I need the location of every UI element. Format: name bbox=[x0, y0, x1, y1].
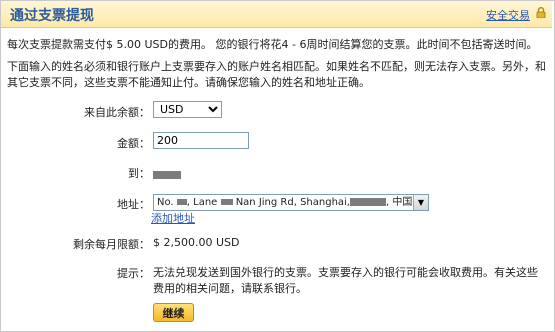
monthly-limit-value: $ 2,500.00 USD bbox=[153, 236, 240, 249]
address-country-text: , 中国 bbox=[386, 197, 413, 208]
hint-text: 无法兑现发送到国外银行的支票。支票要存入的银行可能会收取费用。有关这些费用的相关… bbox=[153, 266, 538, 295]
hint-label: 提示： bbox=[117, 267, 150, 280]
to-label: 到： bbox=[128, 167, 150, 180]
add-address-link[interactable]: 添加地址 bbox=[151, 210, 195, 226]
address-street-text: Nan Jing Rd, Shanghai, bbox=[232, 197, 350, 208]
from-balance-label: 来自此余额： bbox=[84, 106, 150, 119]
redacted-name-mask bbox=[153, 171, 181, 179]
address-select[interactable]: No. , Lane Nan Jing Rd, Shanghai, , 中国 ▼ bbox=[153, 194, 429, 211]
secure-transaction-link[interactable]: 安全交易 bbox=[486, 7, 530, 23]
redacted-mask bbox=[350, 198, 386, 206]
balance-currency-select[interactable]: USD bbox=[153, 101, 222, 118]
amount-input[interactable] bbox=[153, 132, 249, 149]
redacted-mask bbox=[176, 199, 187, 205]
fee-info-text: 每次支票提款需支付$ 5.00 USD的费用。 您的银行将花4 - 6周时间结算… bbox=[7, 38, 538, 51]
page-title: 通过支票提现 bbox=[10, 8, 94, 24]
lock-icon bbox=[536, 7, 546, 18]
amount-label: 金额： bbox=[117, 137, 150, 150]
name-notice-text: 下面输入的姓名必须和银行账户上支票要存入的账户姓名相匹配。如果姓名不匹配，则无法… bbox=[7, 60, 546, 89]
title-bar: 通过支票提现 安全交易 bbox=[1, 1, 552, 28]
balance-select-wrap: USD bbox=[153, 101, 222, 118]
address-lane-text: , Lane bbox=[186, 197, 221, 208]
amount-field-wrap bbox=[153, 132, 249, 149]
recipient-name-redacted bbox=[153, 168, 181, 181]
continue-button[interactable]: 继续 bbox=[153, 303, 194, 322]
redacted-mask bbox=[220, 199, 233, 205]
address-value: No. , Lane Nan Jing Rd, Shanghai, , 中国 bbox=[154, 197, 412, 208]
address-no-prefix: No. bbox=[157, 197, 177, 208]
monthly-limit-label: 剩余每月限额： bbox=[73, 238, 150, 251]
address-label: 地址： bbox=[117, 198, 150, 211]
chevron-down-icon[interactable]: ▼ bbox=[413, 195, 428, 210]
